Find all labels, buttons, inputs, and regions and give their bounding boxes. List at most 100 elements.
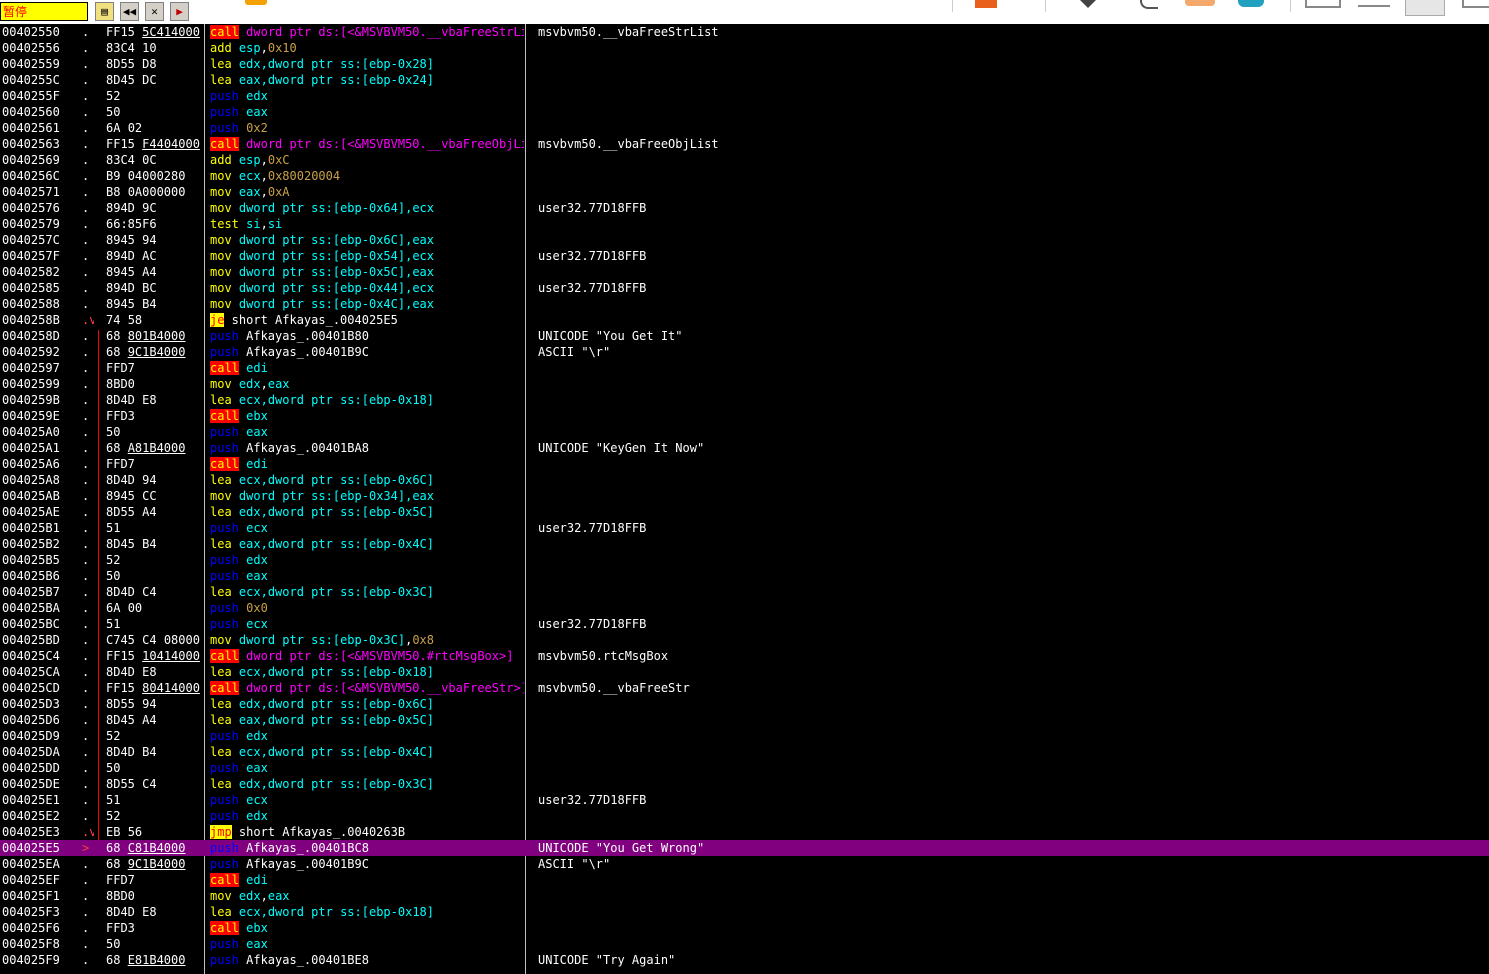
comment-cell — [538, 408, 1478, 424]
flow-marker: . — [82, 537, 90, 551]
hex-bytes-cell: 8D45 B4 — [106, 536, 202, 552]
table-row[interactable]: 00402550. FF15 5C414000 call dword ptr ds:… — [0, 24, 1489, 40]
flow-marker: . — [82, 505, 90, 519]
operand — [232, 697, 239, 711]
operand: ,dword ptr ss:[ebp-0x5C] — [260, 505, 434, 519]
table-row[interactable]: 00402556. 83C4 10 add esp,0x10 — [0, 40, 1489, 56]
table-row[interactable]: 00402576. 894D 9C mov dword ptr ss:[ebp-0x… — [0, 200, 1489, 216]
table-row[interactable]: 004025CD. FF15 80414000 call dword ptr ds:… — [0, 680, 1489, 696]
table-row[interactable]: 004025F9. 68 E81B4000 push Afkayas_.00401B… — [0, 952, 1489, 968]
table-row[interactable]: 004025A1. 68 A81B4000 push Afkayas_.00401B… — [0, 440, 1489, 456]
table-row[interactable]: 0040255F. 52 push edx — [0, 88, 1489, 104]
instruction-cell: push edx — [210, 552, 524, 568]
close-icon[interactable]: ✕ — [145, 2, 164, 21]
hex-bytes-cell: FF15 F4404000 — [106, 136, 202, 152]
table-row[interactable]: 00402571. B8 0A000000 mov eax,0xA — [0, 184, 1489, 200]
opcode-bytes: B9 — [106, 169, 121, 183]
flow-marker: . — [82, 793, 90, 807]
operand-bytes: A4 — [142, 505, 157, 519]
table-row[interactable]: 004025D3. 8D55 94 lea edx,dword ptr ss:[eb… — [0, 696, 1489, 712]
table-row[interactable]: 0040258B .v 74 58 je short Afkayas_.004025E… — [0, 312, 1489, 328]
opcode-bytes: 8D55 — [106, 777, 135, 791]
flow-marker: . — [82, 921, 90, 935]
table-row[interactable]: 004025C4. FF15 10414000 call dword ptr ds:… — [0, 648, 1489, 664]
table-row[interactable]: 004025E1. 51 push ecx user32.77D18FFB — [0, 792, 1489, 808]
table-row[interactable]: 0040258D. 68 801B4000 push Afkayas_.00401B… — [0, 328, 1489, 344]
table-row[interactable]: 004025B2. 8D45 B4 lea eax,dword ptr ss:[eb… — [0, 536, 1489, 552]
hex-bytes-cell: 8945 94 — [106, 232, 202, 248]
table-row[interactable]: 004025B5. 52 push edx — [0, 552, 1489, 568]
opcode-bytes: 83C4 — [106, 153, 135, 167]
operand: ecx — [238, 585, 261, 599]
table-row[interactable]: 00402560. 50 push eax — [0, 104, 1489, 120]
table-row[interactable]: 004025E3 .v EB 56 jmp short Afkayas_.004026… — [0, 824, 1489, 840]
opcode-bytes: 51 — [106, 521, 121, 535]
maximize-icon[interactable] — [1405, 0, 1445, 16]
run-icon[interactable]: ▶ — [170, 2, 189, 21]
operand-bytes: A81B4000 — [127, 441, 186, 455]
table-row[interactable]: 0040257C. 8945 94 mov dword ptr ss:[ebp-0x… — [0, 232, 1489, 248]
opcode-bytes: FF15 — [106, 25, 135, 39]
table-row[interactable]: 00402563. FF15 F4404000 call dword ptr ds:… — [0, 136, 1489, 152]
table-row[interactable]: 004025D9. 52 push edx — [0, 728, 1489, 744]
table-row[interactable]: 004025A6. FFD7 call edi — [0, 456, 1489, 472]
table-row[interactable]: 004025BA. 6A 00 push 0x0 — [0, 600, 1489, 616]
table-row[interactable]: 00402569. 83C4 0C add esp,0xC — [0, 152, 1489, 168]
table-row[interactable]: 00402599. 8BD0 mov edx,eax — [0, 376, 1489, 392]
table-row[interactable]: 004025EF. FFD7 call edi — [0, 872, 1489, 888]
table-row[interactable]: 0040256C. B9 04000280 mov ecx,0x80020004 — [0, 168, 1489, 184]
table-row[interactable]: 00402597. FFD7 call edi — [0, 360, 1489, 376]
instruction-cell: add esp,0x10 — [210, 40, 524, 56]
table-row[interactable]: 004025D6. 8D45 A4 lea eax,dword ptr ss:[eb… — [0, 712, 1489, 728]
opcode-bytes: EB — [106, 825, 121, 839]
table-row[interactable]: 0040259E. FFD3 call ebx — [0, 408, 1489, 424]
table-row[interactable]: 0040259B. 8D4D E8 lea ecx,dword ptr ss:[eb… — [0, 392, 1489, 408]
open-icon[interactable]: ▤ — [95, 2, 114, 21]
table-row[interactable]: 004025B7. 8D4D C4 lea ecx,dword ptr ss:[eb… — [0, 584, 1489, 600]
table-row[interactable]: 004025BC. 51 push ecx user32.77D18FFB — [0, 616, 1489, 632]
hex-bytes-cell: 74 58 — [106, 312, 202, 328]
table-row[interactable]: 00402592. 68 9C1B4000 push Afkayas_.00401B… — [0, 344, 1489, 360]
operand: ,dword ptr ss:[ebp-0x5C] — [260, 713, 434, 727]
flow-marker: . — [82, 41, 90, 55]
instruction-cell: lea ecx,dword ptr ss:[ebp-0x18] — [210, 392, 524, 408]
table-row[interactable]: 004025A0. 50 push eax — [0, 424, 1489, 440]
table-row[interactable]: 00402579. 66:85F6 test si,si — [0, 216, 1489, 232]
disassembly-view[interactable]: 00402550. FF15 5C414000 call dword ptr ds:… — [0, 24, 1489, 974]
operand — [232, 297, 239, 311]
table-row[interactable]: 004025F6. FFD3 call ebx — [0, 920, 1489, 936]
rewind-icon[interactable]: ◀◀ — [120, 2, 139, 21]
table-row[interactable]: 004025AB. 8945 CC mov dword ptr ss:[ebp-0x… — [0, 488, 1489, 504]
table-row[interactable]: 004025AE. 8D55 A4 lea edx,dword ptr ss:[eb… — [0, 504, 1489, 520]
table-row[interactable]: 004025F1. 8BD0 mov edx,eax — [0, 888, 1489, 904]
table-row[interactable]: 00402561. 6A 02 push 0x2 — [0, 120, 1489, 136]
table-row[interactable]: 004025E5 >68 C81B4000 push Afkayas_.00401B… — [0, 840, 1489, 856]
table-row[interactable]: 00402585. 894D BC mov dword ptr ss:[ebp-0x… — [0, 280, 1489, 296]
hex-bytes-cell: 8D55 C4 — [106, 776, 202, 792]
operand: dword ptr ss:[ebp-0x4C],eax — [238, 297, 434, 311]
mnemonic: push — [210, 425, 239, 439]
table-row[interactable]: 004025DE. 8D55 C4 lea edx,dword ptr ss:[eb… — [0, 776, 1489, 792]
table-row[interactable]: 004025B6. 50 push eax — [0, 568, 1489, 584]
table-row[interactable]: 004025A8. 8D4D 94 lea ecx,dword ptr ss:[eb… — [0, 472, 1489, 488]
operand: eax — [267, 889, 290, 903]
table-row[interactable]: 004025DD. 50 push eax — [0, 760, 1489, 776]
table-row[interactable]: 004025F8. 50 push eax — [0, 936, 1489, 952]
table-row[interactable]: 0040255C. 8D45 DC lea eax,dword ptr ss:[eb… — [0, 72, 1489, 88]
opcode-bytes: 68 — [106, 953, 121, 967]
table-row[interactable]: 0040257F. 894D AC mov dword ptr ss:[ebp-0x… — [0, 248, 1489, 264]
table-row[interactable]: 004025EA. 68 9C1B4000 push Afkayas_.00401B… — [0, 856, 1489, 872]
comment-cell: user32.77D18FFB — [538, 793, 647, 807]
table-row[interactable]: 004025F3. 8D4D E8 lea ecx,dword ptr ss:[eb… — [0, 904, 1489, 920]
table-row[interactable]: 004025E2. 52 push edx — [0, 808, 1489, 824]
operand-bytes: F4404000 — [142, 137, 200, 151]
hex-bytes-cell: 894D BC — [106, 280, 202, 296]
table-row[interactable]: 00402559. 8D55 D8 lea edx,dword ptr ss:[eb… — [0, 56, 1489, 72]
table-row[interactable]: 004025DA. 8D4D B4 lea ecx,dword ptr ss:[eb… — [0, 744, 1489, 760]
table-row[interactable]: 00402582. 8945 A4 mov dword ptr ss:[ebp-0x… — [0, 264, 1489, 280]
table-row[interactable]: 00402588. 8945 B4 mov dword ptr ss:[ebp-0x… — [0, 296, 1489, 312]
table-row[interactable]: 004025BD. C745 C4 08000 mov dword ptr ss:[… — [0, 632, 1489, 648]
table-row[interactable]: 004025CA. 8D4D E8 lea ecx,dword ptr ss:[eb… — [0, 664, 1489, 680]
table-row[interactable]: 004025B1. 51 push ecx user32.77D18FFB — [0, 520, 1489, 536]
hex-bytes-cell: 8D4D E8 — [106, 664, 202, 680]
